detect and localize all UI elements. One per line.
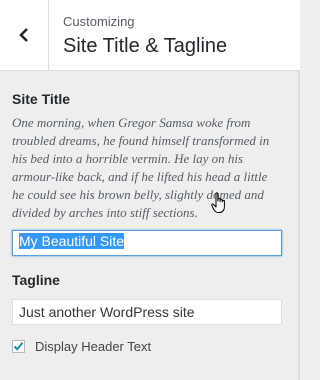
tagline-input[interactable] xyxy=(12,299,282,325)
site-title-input[interactable]: My Beautiful Site xyxy=(12,230,282,256)
header-text: Customizing Site Title & Tagline xyxy=(63,14,227,59)
site-title-description: One morning, when Gregor Samsa woke from… xyxy=(12,115,270,220)
customizer-header: Customizing Site Title & Tagline xyxy=(0,0,300,71)
checkmark-icon xyxy=(13,342,24,351)
hand-pointer-icon xyxy=(211,192,227,219)
panel-edge xyxy=(298,70,300,380)
display-header-text-label: Display Header Text xyxy=(35,339,152,354)
tagline-label: Tagline xyxy=(12,272,60,288)
back-button[interactable] xyxy=(0,0,49,70)
site-title-value: My Beautiful Site xyxy=(19,233,125,249)
site-title-label: Site Title xyxy=(12,91,71,107)
header-subtitle: Customizing xyxy=(63,14,135,29)
display-header-text-option[interactable]: Display Header Text xyxy=(12,339,282,354)
header-title: Site Title & Tagline xyxy=(63,35,228,57)
display-header-text-checkbox[interactable] xyxy=(12,340,25,353)
chevron-left-icon xyxy=(19,27,29,43)
customizer-controls: Site Title One morning, when Gregor Sams… xyxy=(12,90,282,354)
